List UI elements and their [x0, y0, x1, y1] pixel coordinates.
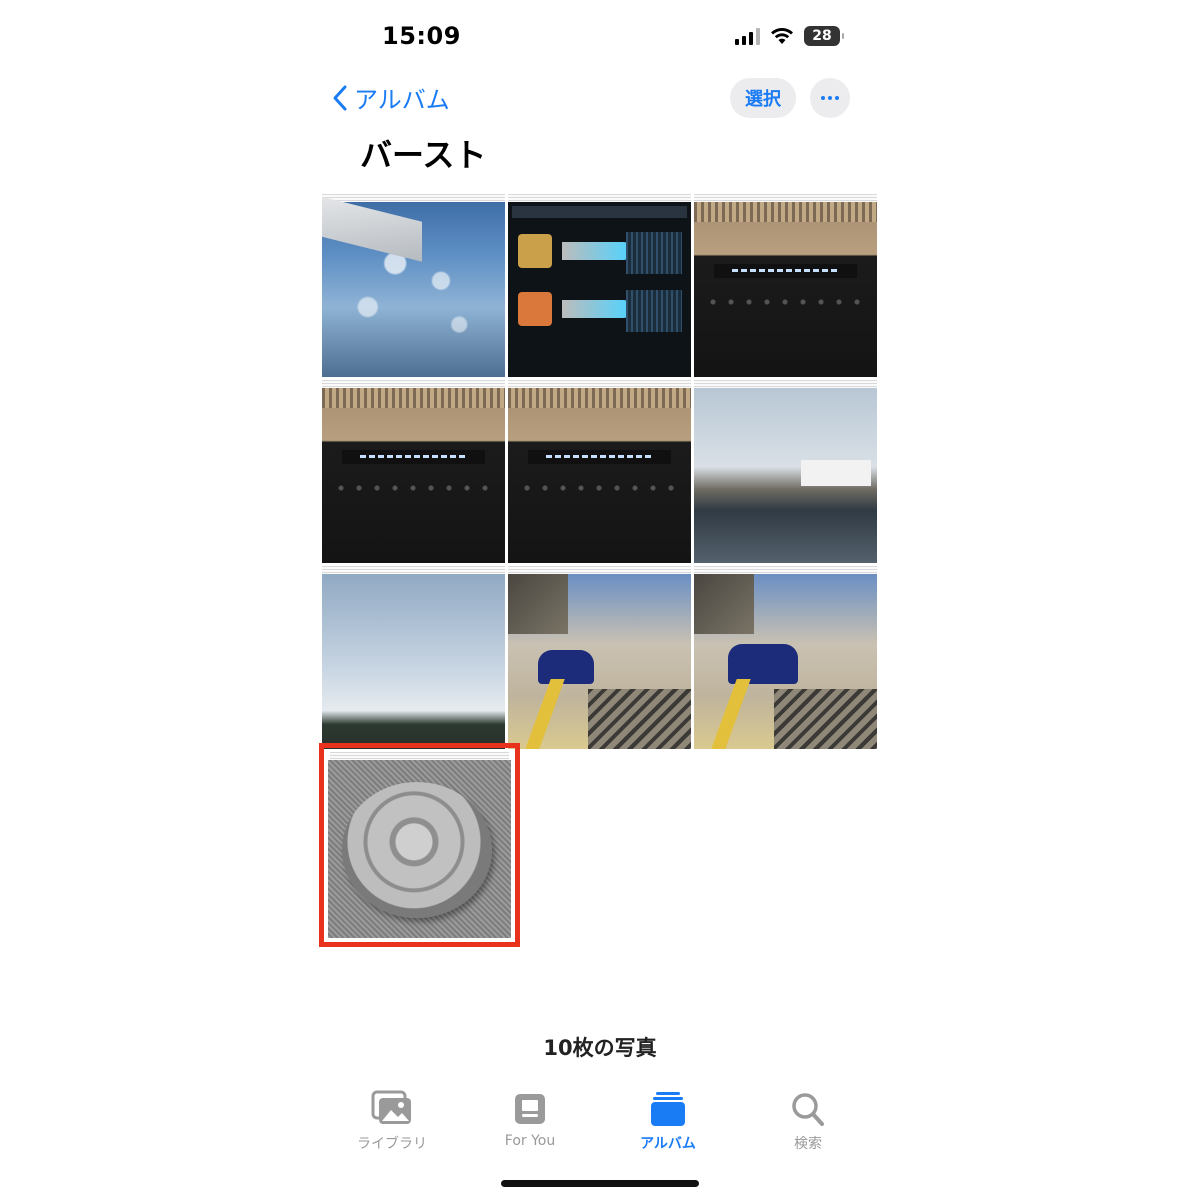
page-title: バースト	[360, 136, 487, 174]
for-you-icon	[515, 1094, 545, 1124]
burst-stack	[322, 194, 505, 202]
status-time: 15:09	[382, 22, 461, 50]
photo-thumbnail	[508, 202, 691, 377]
photo-thumbnail	[694, 388, 877, 563]
search-icon	[792, 1093, 824, 1126]
tab-label: アルバム	[640, 1136, 696, 1152]
photo-tile[interactable]	[694, 194, 877, 377]
chevron-left-icon	[333, 85, 347, 110]
tab-bar: ライブラリ For You アルバム 検索	[322, 1088, 878, 1158]
tab-label: ライブラリ	[357, 1136, 427, 1152]
photo-thumbnail	[328, 760, 511, 938]
photo-thumbnail	[694, 574, 877, 749]
album-icon	[651, 1092, 685, 1126]
photo-thumbnail	[322, 194, 505, 377]
ellipsis-dot	[835, 96, 839, 100]
select-button[interactable]: 選択	[730, 78, 796, 118]
tab-label: 検索	[794, 1136, 822, 1152]
photo-tile[interactable]	[322, 380, 505, 563]
more-options-button[interactable]	[810, 78, 850, 118]
home-indicator[interactable]	[501, 1180, 699, 1187]
burst-stack	[694, 566, 877, 574]
wifi-icon	[771, 28, 793, 44]
photo-tile[interactable]	[508, 566, 691, 749]
photo-library-icon	[371, 1090, 411, 1124]
burst-stack	[508, 566, 691, 574]
tab-search[interactable]: 検索	[758, 1088, 858, 1158]
photo-tile[interactable]	[694, 566, 877, 749]
battery-level: 28	[812, 28, 832, 44]
tab-for-you[interactable]: For You	[480, 1088, 580, 1158]
photo-thumbnail	[508, 574, 691, 749]
burst-stack	[694, 380, 877, 388]
photo-tile[interactable]	[508, 194, 691, 377]
photo-tile[interactable]	[694, 380, 877, 563]
ellipsis-dot	[828, 96, 832, 100]
burst-stack	[322, 380, 505, 388]
burst-stack	[508, 194, 691, 202]
photo-thumbnail	[508, 388, 691, 563]
back-label: アルバム	[354, 86, 450, 114]
cellular-signal-icon	[735, 27, 760, 45]
photo-tile[interactable]	[322, 566, 505, 749]
tab-albums[interactable]: アルバム	[618, 1088, 718, 1158]
burst-stack	[508, 380, 691, 388]
tab-label: For You	[504, 1133, 556, 1149]
photo-count: 10枚の写真	[543, 1036, 657, 1060]
burst-stack	[694, 194, 877, 202]
nav-bar: アルバム 選択	[322, 76, 878, 120]
burst-stack	[322, 566, 505, 574]
burst-stack	[330, 752, 509, 760]
photo-tile-selected[interactable]	[319, 743, 520, 947]
photo-thumbnail	[322, 574, 505, 749]
tab-library[interactable]: ライブラリ	[342, 1088, 442, 1158]
photo-tile[interactable]	[322, 194, 505, 377]
photo-thumbnail	[694, 202, 877, 377]
back-button[interactable]: アルバム	[332, 80, 450, 115]
battery-icon: 28	[804, 26, 844, 46]
status-icons: 28	[735, 26, 844, 46]
ellipsis-icon	[821, 96, 825, 100]
photo-thumbnail	[322, 388, 505, 563]
photo-tile[interactable]	[508, 380, 691, 563]
status-bar: 15:09 28	[322, 20, 878, 56]
